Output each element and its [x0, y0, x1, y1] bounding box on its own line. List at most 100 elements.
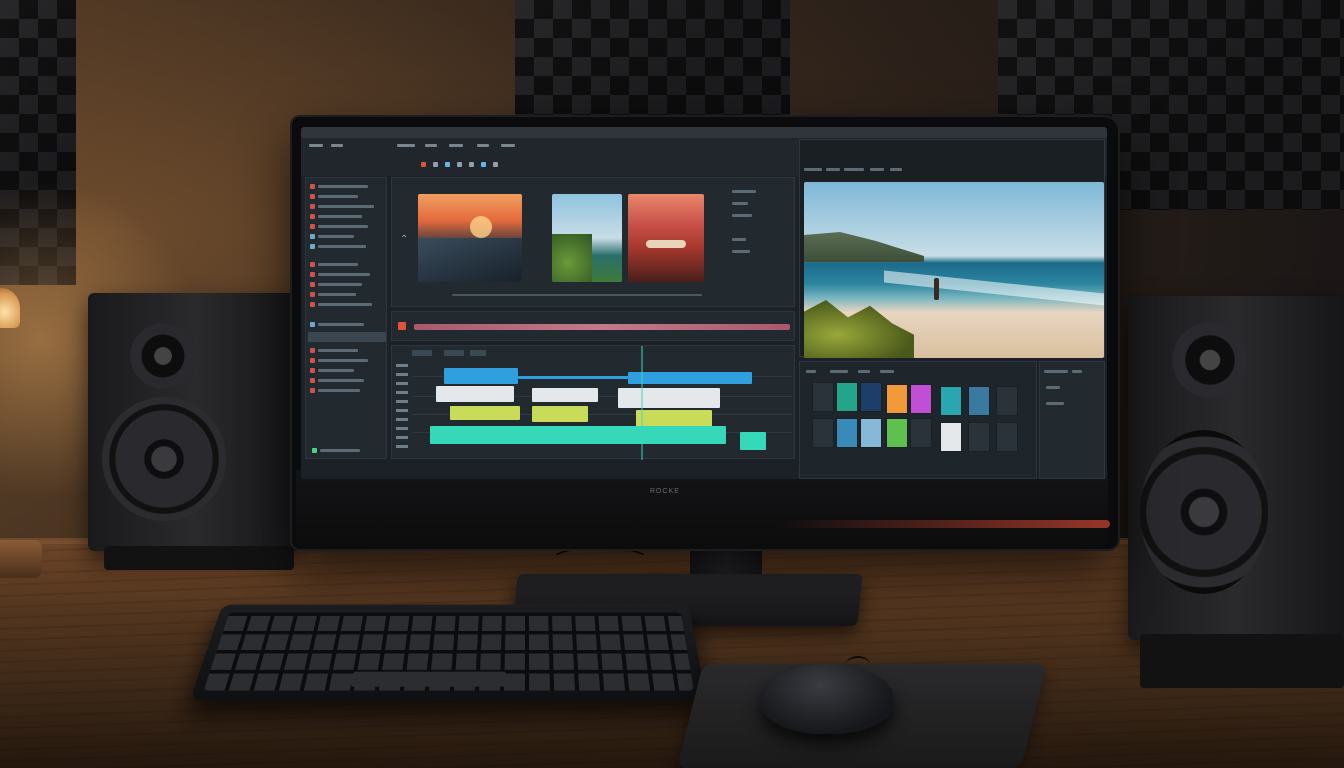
swatch-cell[interactable]	[812, 382, 834, 412]
monitor-tab[interactable]	[804, 168, 822, 171]
playback-controls[interactable]	[452, 294, 702, 296]
swatch-magenta[interactable]	[910, 384, 932, 414]
property-value[interactable]	[1046, 386, 1060, 389]
menu-item[interactable]	[331, 144, 343, 147]
control-label[interactable]	[732, 202, 748, 205]
swatch-cell[interactable]	[996, 386, 1018, 416]
video-clip-blue[interactable]	[628, 372, 752, 384]
list-item[interactable]	[318, 205, 374, 208]
effects-panel	[799, 361, 1037, 479]
tool-icon[interactable]	[481, 162, 486, 167]
swatch-cyan[interactable]	[940, 386, 962, 416]
file-icon	[310, 282, 315, 287]
list-item[interactable]	[318, 235, 354, 238]
video-editor-screen[interactable]: ⌃	[301, 127, 1107, 479]
list-item[interactable]	[318, 303, 372, 306]
monitor-tab[interactable]	[844, 168, 864, 171]
list-item[interactable]	[318, 369, 354, 372]
program-preview-beach	[804, 182, 1104, 358]
video-clip-white[interactable]	[436, 386, 514, 402]
list-item[interactable]	[318, 283, 362, 286]
video-clip-white[interactable]	[532, 388, 598, 402]
list-item[interactable]	[318, 195, 358, 198]
menu-item[interactable]	[501, 144, 515, 147]
swatch-cell[interactable]	[910, 418, 932, 448]
property-label[interactable]	[1072, 370, 1082, 373]
clip-thumbnail-1[interactable]	[418, 194, 522, 282]
tool-icon[interactable]	[493, 162, 498, 167]
effects-tab[interactable]	[830, 370, 848, 373]
monitor-tab[interactable]	[890, 168, 902, 171]
playhead[interactable]	[641, 346, 643, 460]
video-clip-white[interactable]	[618, 388, 720, 408]
swatch-slate[interactable]	[968, 386, 990, 416]
record-icon[interactable]	[421, 162, 426, 167]
video-clip-blue[interactable]	[444, 368, 518, 384]
menu-item[interactable]	[397, 144, 415, 147]
video-clip-lime[interactable]	[532, 406, 588, 422]
video-clip-blue[interactable]	[518, 376, 628, 379]
monitor-tab[interactable]	[826, 168, 840, 171]
control-label[interactable]	[732, 190, 756, 193]
list-item[interactable]	[318, 389, 360, 392]
scrub-bar[interactable]	[391, 311, 795, 341]
swatch-orange[interactable]	[886, 384, 908, 414]
effects-tab[interactable]	[806, 370, 816, 373]
swatch-green[interactable]	[886, 418, 908, 448]
swatch-lightblue[interactable]	[860, 418, 882, 448]
menu-item[interactable]	[309, 144, 323, 147]
timeline-panel	[391, 345, 795, 460]
list-item[interactable]	[318, 185, 368, 188]
chevron-icon[interactable]: ⌃	[400, 234, 408, 245]
list-item[interactable]	[318, 379, 364, 382]
monitor-tab[interactable]	[870, 168, 884, 171]
effects-tab[interactable]	[858, 370, 870, 373]
tool-icon[interactable]	[445, 162, 450, 167]
list-item[interactable]	[318, 225, 368, 228]
list-item[interactable]	[318, 349, 358, 352]
property-label[interactable]	[1044, 370, 1068, 373]
property-value[interactable]	[1046, 402, 1064, 405]
swatch-cell[interactable]	[812, 418, 834, 448]
file-icon	[310, 348, 315, 353]
menu-item[interactable]	[425, 144, 437, 147]
swatch-cell[interactable]	[996, 422, 1018, 452]
timeline-tab[interactable]	[412, 350, 432, 356]
selected-list-item[interactable]	[308, 332, 386, 342]
swatch-teal[interactable]	[836, 382, 858, 412]
menu-item[interactable]	[477, 144, 489, 147]
control-label[interactable]	[732, 238, 746, 241]
clip-thumbnail-2[interactable]	[552, 194, 622, 282]
scrub-track[interactable]	[414, 324, 790, 330]
list-item[interactable]	[318, 263, 358, 266]
file-icon	[310, 204, 315, 209]
swatch-cell[interactable]	[968, 422, 990, 452]
swatch-white[interactable]	[940, 422, 962, 452]
effects-tab[interactable]	[880, 370, 894, 373]
list-item[interactable]	[318, 273, 370, 276]
list-item[interactable]	[318, 215, 362, 218]
list-item[interactable]	[318, 323, 364, 326]
person-figure	[934, 278, 939, 300]
tool-icon[interactable]	[457, 162, 462, 167]
list-item[interactable]	[318, 359, 368, 362]
scrub-handle[interactable]	[398, 322, 406, 330]
menu-item[interactable]	[449, 144, 463, 147]
woofer-right	[1140, 430, 1268, 594]
timeline-tab[interactable]	[470, 350, 486, 356]
file-icon	[310, 292, 315, 297]
control-label[interactable]	[732, 250, 750, 253]
clip-thumbnail-3[interactable]	[628, 194, 704, 282]
control-label[interactable]	[732, 214, 752, 217]
list-item[interactable]	[318, 293, 356, 296]
timeline-tab[interactable]	[444, 350, 464, 356]
swatch-blue[interactable]	[836, 418, 858, 448]
audio-clip-teal[interactable]	[430, 426, 726, 444]
audio-clip-teal[interactable]	[740, 432, 766, 450]
file-icon	[310, 262, 315, 267]
video-clip-lime[interactable]	[450, 406, 520, 420]
tool-icon[interactable]	[469, 162, 474, 167]
list-item[interactable]	[318, 245, 366, 248]
swatch-navy[interactable]	[860, 382, 882, 412]
tool-icon[interactable]	[433, 162, 438, 167]
